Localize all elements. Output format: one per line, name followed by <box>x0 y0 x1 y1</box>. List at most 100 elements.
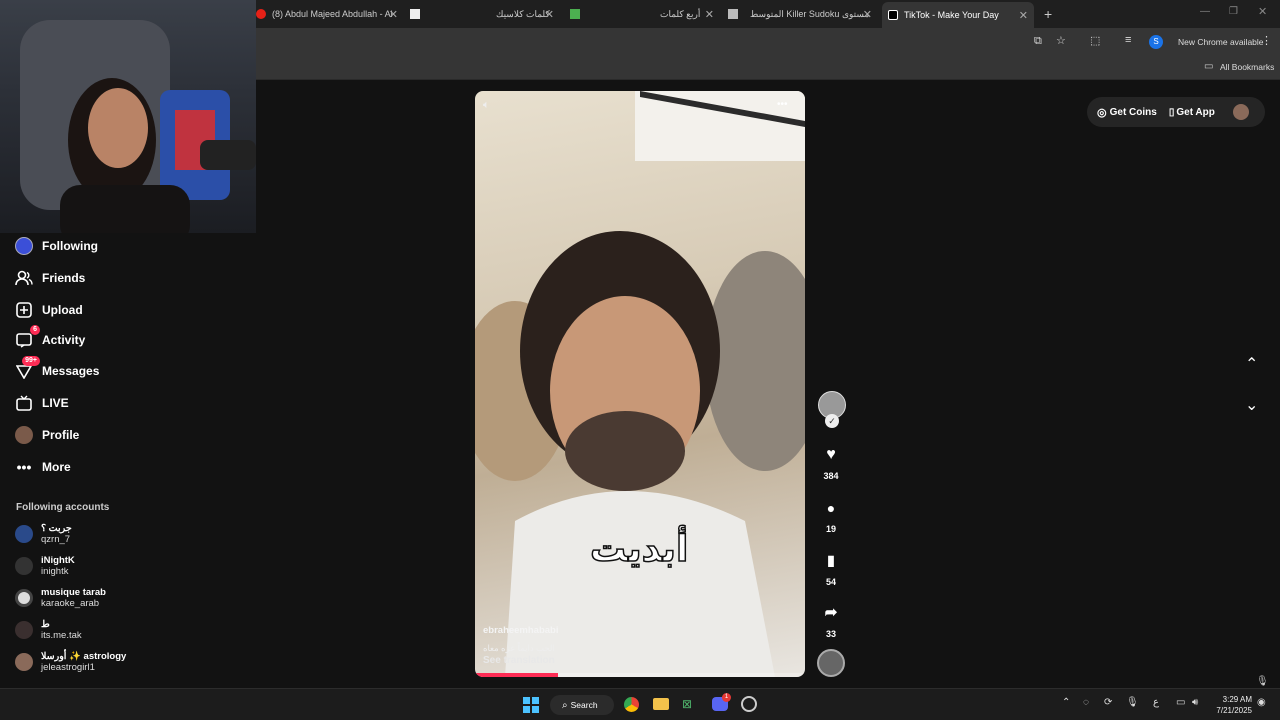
progress-track[interactable] <box>475 673 805 677</box>
close-icon[interactable]: ✕ <box>863 8 872 21</box>
clock-time: 3:29 AM <box>1222 695 1252 704</box>
close-icon[interactable]: ✕ <box>1019 9 1028 22</box>
video-player[interactable]: 🔈︎ ••• أبديت ebraheemhababi الحب دايماً … <box>475 91 805 677</box>
network-icon[interactable]: ▭ <box>1176 697 1185 708</box>
get-coins-button[interactable]: Get Coins <box>1110 107 1157 118</box>
share-icon: ➦ <box>824 604 838 621</box>
friends-icon <box>14 268 34 288</box>
video-description: الحب دايماً عزه معاه <box>483 643 555 653</box>
phone-icon: ▯ <box>1168 106 1175 118</box>
webcam-overlay <box>0 0 256 233</box>
save-count: 54 <box>825 577 836 587</box>
account-username: its.me.tak <box>41 630 82 641</box>
tab-3[interactable]: أربع كلمات ✕ <box>570 4 714 24</box>
account-item[interactable]: iNightK inightk <box>15 555 75 577</box>
file-explorer-icon[interactable] <box>653 698 669 710</box>
account-item[interactable]: أورسلا ✨ astrology jeleastrogirl1 <box>15 651 126 673</box>
excel-icon[interactable]: ⊠ <box>682 697 692 711</box>
nav-more[interactable]: ••• More <box>14 457 71 477</box>
get-app-button[interactable]: Get App <box>1176 107 1215 118</box>
obs-icon[interactable] <box>741 696 757 712</box>
user-avatar[interactable] <box>1232 104 1249 120</box>
follow-check-icon[interactable]: ✓ <box>825 414 839 428</box>
system-tray-icon[interactable]: ◌ <box>1083 697 1089 708</box>
tiktok-icon <box>888 10 898 20</box>
tab-5[interactable]: TikTok - Make Your Day ✕ <box>882 2 1034 28</box>
taskbar-search[interactable]: ⌕ Search <box>550 695 614 715</box>
clock[interactable]: 3:29 AM 7/21/2025 <box>1210 694 1252 716</box>
save-button[interactable]: ▮ 54 <box>818 552 844 587</box>
like-button[interactable]: ♥ 384 <box>818 446 844 481</box>
account-name: جربت ؟ <box>41 523 72 534</box>
nav-activity[interactable]: 6 Activity <box>14 325 85 350</box>
next-video-icon[interactable]: ⌄ <box>1245 395 1258 415</box>
minimize-icon[interactable]: — <box>1200 6 1210 17</box>
chrome-icon[interactable] <box>624 697 639 712</box>
nav-messages[interactable]: 99+ Messages <box>14 356 99 381</box>
share-button[interactable]: ➦ 33 <box>818 603 844 639</box>
messages-icon: 99+ <box>14 356 40 381</box>
bookmark-icon: ▮ <box>827 552 835 568</box>
sudoku-icon <box>728 9 738 19</box>
tab-title: أربع كلمات <box>660 8 701 19</box>
close-icon[interactable]: ✕ <box>545 8 554 21</box>
comment-button[interactable]: ● 19 <box>818 500 844 534</box>
volume-tray-icon[interactable]: 🔊︎ <box>1192 697 1198 708</box>
see-translation-link[interactable]: See translation <box>483 655 555 666</box>
tab-1[interactable]: (8) Abdul Majeed Abdullah - Al ✕ <box>256 4 398 24</box>
nav-friends[interactable]: Friends <box>14 268 85 288</box>
volume-icon[interactable]: 🔈︎ <box>483 99 490 112</box>
menu-icon[interactable]: ⋮ <box>1261 34 1272 47</box>
close-icon[interactable]: ✕ <box>389 8 398 21</box>
nav-label: Profile <box>42 428 80 442</box>
account-username: inightk <box>41 566 69 577</box>
tab-2[interactable]: كلمات كلاسيك ✕ <box>410 4 554 24</box>
discord-badge: 1 <box>722 693 731 702</box>
upload-icon <box>14 300 34 320</box>
video-more-button[interactable]: ••• <box>777 99 788 110</box>
windows-taskbar: ⌕ Search ⊠ 1 ⌃ ◌ ⟳ 🎙︎ ع ▭ 🔊︎ 3:29 AM 7/2… <box>0 688 1280 720</box>
window-close-icon[interactable]: ✕ <box>1258 5 1267 18</box>
profile-avatar[interactable]: S <box>1149 35 1163 49</box>
close-icon[interactable]: ✕ <box>705 8 714 21</box>
progress-fill <box>475 673 558 677</box>
nav-upload[interactable]: Upload <box>14 300 83 320</box>
activity-badge: 6 <box>30 325 40 335</box>
video-frame <box>475 91 805 677</box>
install-icon[interactable]: ⧉ <box>1034 35 1042 48</box>
nav-live[interactable]: LIVE <box>14 393 69 413</box>
nav-following[interactable]: Following <box>14 236 98 256</box>
new-tab-button[interactable]: + <box>1044 6 1052 22</box>
notification-icon[interactable]: ◉ <box>1257 697 1266 708</box>
windows-start-icon[interactable] <box>523 697 539 713</box>
activity-icon: 6 <box>14 325 40 350</box>
reading-list-icon[interactable]: ≡ <box>1125 34 1131 46</box>
previous-video-icon[interactable]: ⌃ <box>1245 354 1258 374</box>
video-author[interactable]: ebraheemhababi <box>483 625 559 636</box>
sync-icon[interactable]: ⟳ <box>1104 697 1112 708</box>
language-indicator[interactable]: ع <box>1153 697 1159 708</box>
maximize-icon[interactable]: ❐ <box>1229 6 1238 17</box>
all-bookmarks-button[interactable]: All Bookmarks <box>1220 62 1274 72</box>
account-item[interactable]: musique tarab karaoke_arab <box>15 587 106 609</box>
nav-label: More <box>42 460 71 474</box>
nav-profile[interactable]: Profile <box>14 425 79 445</box>
show-hidden-icons[interactable]: ⌃ <box>1062 697 1070 708</box>
avatar <box>15 589 33 607</box>
sound-disc[interactable] <box>817 649 845 677</box>
extensions-icon[interactable]: ⬚ <box>1090 34 1100 47</box>
more-icon: ••• <box>16 459 32 475</box>
bookmark-star-icon[interactable]: ☆ <box>1056 34 1066 47</box>
microphone-icon[interactable]: 🎙︎ <box>1256 676 1269 687</box>
account-item[interactable]: ط its.me.tak <box>15 619 82 641</box>
following-icon <box>14 236 34 256</box>
avatar <box>15 621 33 639</box>
tab-4[interactable]: المتوسط Killer Sudoku مستوى ✕ <box>728 4 872 24</box>
account-item[interactable]: جربت ؟ qzrn_7 <box>15 523 72 545</box>
microphone-tray-icon[interactable]: 🎙︎ <box>1126 697 1139 708</box>
like-count: 384 <box>823 471 839 481</box>
update-chrome-button[interactable]: New Chrome available <box>1178 37 1264 47</box>
following-accounts-title: Following accounts <box>16 502 110 513</box>
caption-overlay: أبديت <box>589 528 689 571</box>
heart-icon: ♥ <box>826 446 836 463</box>
